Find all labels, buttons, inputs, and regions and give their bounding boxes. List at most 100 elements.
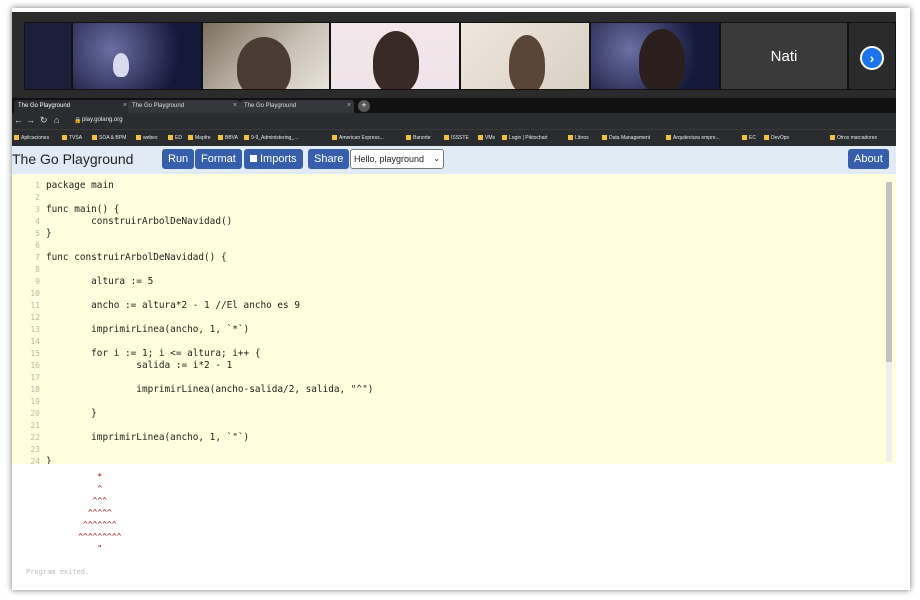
code-line: 16 salida := i*2 - 1	[12, 360, 872, 372]
forward-icon[interactable]: →	[26, 115, 35, 125]
code-line: 22 imprimirLinea(ancho, 1, `"`)	[12, 432, 872, 444]
about-button[interactable]: About	[848, 149, 889, 169]
line-number: 12	[30, 313, 40, 322]
bookmark[interactable]: webex	[136, 135, 157, 141]
video-tile[interactable]	[330, 22, 460, 90]
code-text[interactable]: altura := 5	[46, 276, 153, 288]
line-number: 4	[35, 217, 40, 226]
code-text[interactable]: }	[46, 228, 52, 240]
code-line: 17	[12, 372, 872, 384]
page-title: The Go Playground	[12, 151, 134, 167]
reload-icon[interactable]: ↻	[40, 115, 48, 126]
browser-chrome: The Go Playground × The Go Playground × …	[12, 98, 896, 146]
code-text[interactable]: func main() {	[46, 204, 119, 216]
format-button[interactable]: Format	[195, 149, 242, 169]
code-line: 9 altura := 5	[12, 276, 872, 288]
code-line: 1 package main	[12, 180, 872, 192]
bookmark[interactable]: DevOps	[764, 135, 789, 141]
output-line: ^^^^^	[54, 508, 112, 517]
bookmark[interactable]: Data Management	[602, 135, 650, 141]
video-tile[interactable]	[24, 22, 72, 90]
code-line: 10	[12, 288, 872, 300]
code-text[interactable]: salida := i*2 - 1	[46, 360, 232, 372]
code-text[interactable]: package main	[46, 180, 114, 192]
line-number: 23	[30, 445, 40, 454]
output-line: ^	[54, 484, 103, 493]
bookmark[interactable]: 9-9_Administering_...	[244, 135, 298, 141]
code-line: 11 ancho := altura*2 - 1 //El ancho es 9	[12, 300, 872, 312]
code-line: 4 construirArbolDeNavidad()	[12, 216, 872, 228]
line-number: 9	[35, 277, 40, 286]
output-line: *	[54, 472, 103, 481]
code-text[interactable]: imprimirLinea(ancho, 1, `"`)	[46, 432, 249, 444]
code-text[interactable]: ancho := altura*2 - 1 //El ancho es 9	[46, 300, 300, 312]
editor-scrollbar-thumb[interactable]	[886, 182, 892, 362]
video-tile[interactable]	[460, 22, 590, 90]
line-number: 18	[30, 385, 40, 394]
close-icon[interactable]: ×	[347, 102, 351, 109]
bookmark[interactable]: American Express...	[332, 135, 384, 141]
run-button[interactable]: Run	[162, 149, 195, 169]
bookmark[interactable]: ED	[168, 135, 182, 141]
code-line: 14	[12, 336, 872, 348]
back-icon[interactable]: ←	[14, 115, 23, 125]
code-text[interactable]: }	[46, 456, 52, 464]
bookmark[interactable]: BBVA	[218, 135, 238, 141]
bookmark[interactable]: TVSA	[62, 135, 82, 141]
code-editor[interactable]: 1 package main 2 3 func main() { 4 constru…	[12, 174, 896, 464]
browser-tab[interactable]: The Go Playground ×	[128, 100, 240, 113]
browser-tab[interactable]: The Go Playground ×	[240, 100, 354, 113]
code-line: 15 for i := 1; i <= altura; i++ {	[12, 348, 872, 360]
code-text[interactable]: }	[46, 408, 97, 420]
code-line: 2	[12, 192, 872, 204]
example-select-value: Hello, playground	[354, 154, 425, 164]
chevron-right-icon[interactable]: ›	[860, 46, 884, 70]
imports-button[interactable]: Imports	[244, 149, 303, 169]
code-text[interactable]: for i := 1; i <= altura; i++ {	[46, 348, 260, 360]
video-tile-nati[interactable]: Nati	[720, 22, 848, 90]
line-number: 6	[35, 241, 40, 250]
address-bar[interactable]: ← → ↻ ⌂ 🔒 play.golang.org	[12, 113, 896, 129]
browser-tab[interactable]: The Go Playground ×	[14, 100, 130, 113]
new-tab-button[interactable]: +	[358, 100, 370, 112]
home-icon[interactable]: ⌂	[54, 115, 59, 125]
code-text[interactable]: imprimirLinea(ancho-salida/2, salida, "^…	[46, 384, 373, 396]
code-line: 3 func main() {	[12, 204, 872, 216]
imports-label: Imports	[260, 153, 297, 165]
bookmarks-bar: Aplicaciones TVSA SOA & BPM webex ED Map…	[12, 129, 896, 146]
code-text[interactable]: imprimirLinea(ancho, 1, `*`)	[46, 324, 249, 336]
bookmark[interactable]: Arquitectura empre...	[666, 135, 720, 141]
url-text[interactable]: play.golang.org	[82, 117, 123, 123]
code-text[interactable]: func construirArbolDeNavidad() {	[46, 252, 227, 264]
participant-name: Nati	[770, 47, 798, 65]
line-number: 7	[35, 253, 40, 262]
bookmark[interactable]: Libros	[568, 135, 589, 141]
program-exited-text: Program exited.	[26, 568, 90, 576]
video-tile[interactable]	[72, 22, 202, 90]
bookmark[interactable]: Mapfre	[188, 135, 211, 141]
video-tile[interactable]	[590, 22, 720, 90]
bookmark[interactable]: EC	[742, 135, 756, 141]
code-text[interactable]: construirArbolDeNavidad()	[46, 216, 232, 228]
avatar	[639, 29, 685, 89]
tab-label: The Go Playground	[244, 103, 297, 109]
video-tile[interactable]	[202, 22, 330, 90]
example-select[interactable]: Hello, playground ⌄	[350, 149, 444, 169]
bookmark[interactable]: Login | Piktochart	[502, 135, 548, 141]
bookmark[interactable]: Aplicaciones	[14, 135, 49, 141]
bookmark[interactable]: Otros marcadores	[830, 135, 877, 141]
line-number: 24	[30, 457, 40, 464]
close-icon[interactable]: ×	[123, 102, 127, 109]
bookmark[interactable]: ISSSTE	[444, 135, 469, 141]
share-button[interactable]: Share	[308, 149, 350, 169]
close-icon[interactable]: ×	[233, 102, 237, 109]
code-line: 12	[12, 312, 872, 324]
bookmark[interactable]: VMs	[478, 135, 495, 141]
line-number: 19	[30, 397, 40, 406]
line-number: 10	[30, 289, 40, 298]
line-number: 21	[30, 421, 40, 430]
bookmark[interactable]: Banorte	[406, 135, 431, 141]
line-number: 11	[30, 301, 40, 310]
bookmark[interactable]: SOA & BPM	[92, 135, 126, 141]
avatar	[113, 53, 129, 77]
